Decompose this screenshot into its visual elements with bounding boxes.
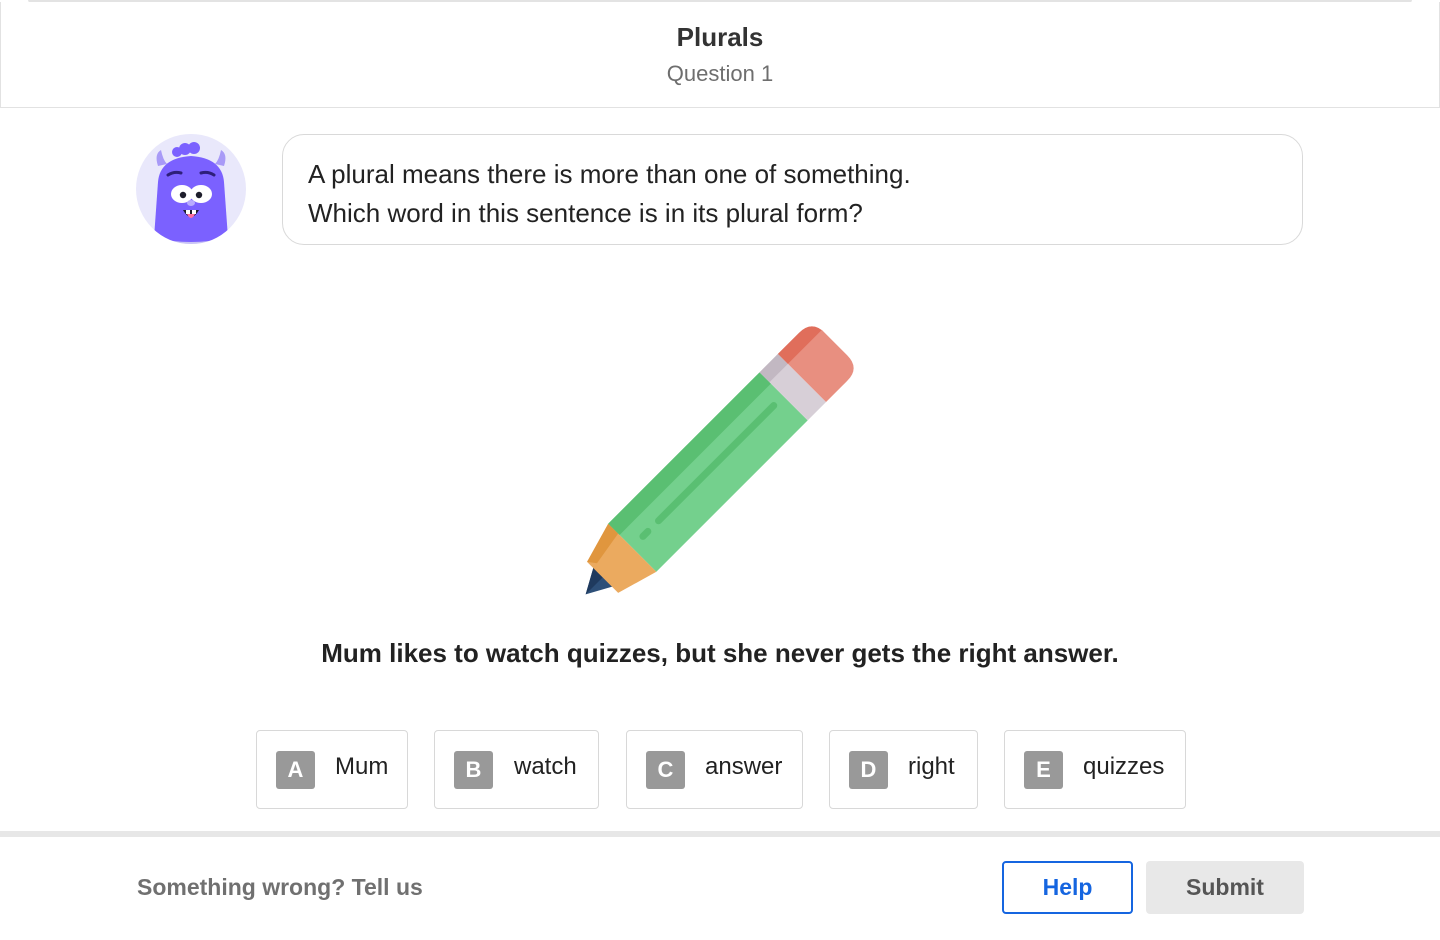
option-letter: E — [1024, 751, 1063, 789]
pencil-icon — [585, 326, 854, 595]
question-number: Question 1 — [666, 61, 774, 86]
option-e[interactable]: E quizzes — [1004, 730, 1186, 809]
question-prompt: A plural means there is more than one of… — [282, 134, 1303, 245]
option-letter: C — [646, 751, 685, 789]
quiz-title: Plurals — [676, 22, 764, 52]
option-text: Mum — [335, 753, 389, 780]
submit-button[interactable]: Submit — [1146, 861, 1304, 914]
help-button[interactable]: Help — [1002, 861, 1133, 914]
option-letter: A — [276, 751, 315, 789]
option-text: answer — [705, 753, 783, 780]
option-letter: D — [849, 751, 888, 789]
prompt-line-2: Which word in this sentence is in its pl… — [308, 198, 863, 228]
monster-icon — [154, 142, 228, 244]
option-a[interactable]: A Mum — [256, 730, 408, 809]
option-b[interactable]: B watch — [434, 730, 599, 809]
footer-divider — [0, 831, 1440, 837]
option-text: quizzes — [1083, 753, 1165, 780]
monster-avatar — [136, 134, 246, 244]
option-text: watch — [514, 753, 577, 780]
question-sentence: Mum likes to watch quizzes, but she neve… — [321, 638, 1119, 668]
option-letter: B — [454, 751, 493, 789]
option-c[interactable]: C answer — [626, 730, 803, 809]
option-d[interactable]: D right — [829, 730, 978, 809]
quiz-header: Plurals Question 1 — [0, 2, 1440, 108]
option-text: right — [908, 753, 955, 780]
report-problem-link[interactable]: Something wrong? Tell us — [137, 874, 423, 901]
prompt-line-1: A plural means there is more than one of… — [308, 159, 911, 189]
